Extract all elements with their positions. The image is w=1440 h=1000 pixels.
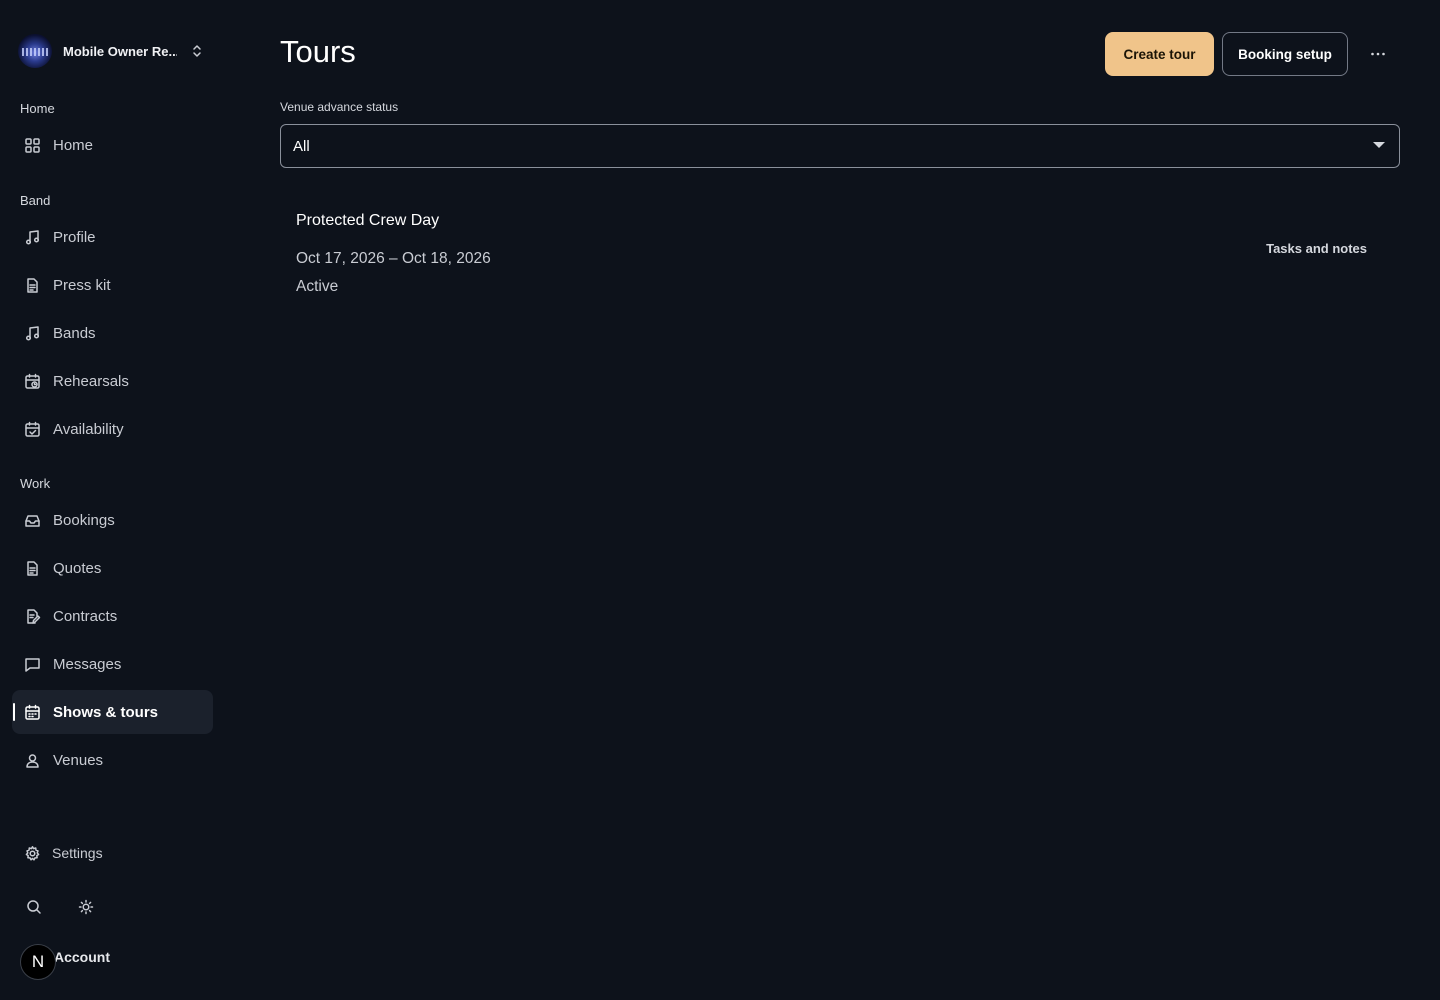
sidebar: Mobile Owner Re... Home Home Band Profil… (0, 0, 226, 1000)
tasks-and-notes-link[interactable]: Tasks and notes (1266, 241, 1367, 256)
tour-name[interactable]: Protected Crew Day (296, 212, 439, 230)
calendar-check-icon (25, 421, 40, 437)
avatar: N (20, 944, 56, 980)
document-edit-icon (27, 609, 41, 624)
sidebar-item-quotes[interactable]: Quotes (12, 546, 213, 590)
grid-icon (25, 138, 40, 153)
search-button[interactable] (20, 893, 48, 921)
sidebar-item-label: Venues (53, 751, 104, 769)
sidebar-item-shows-tours[interactable]: Shows & tours (12, 690, 213, 734)
theme-toggle-button[interactable] (72, 893, 100, 921)
workspace-logo (18, 34, 52, 68)
sidebar-item-profile[interactable]: Profile (12, 215, 213, 259)
workspace-name: Mobile Owner Re... (63, 43, 177, 59)
section-label-work: Work (20, 476, 51, 491)
sidebar-item-press-kit[interactable]: Press kit (12, 263, 213, 307)
venue-advance-status-label: Venue advance status (280, 100, 399, 114)
music-note-icon (25, 326, 40, 341)
ellipsis-icon (1371, 52, 1385, 56)
chat-icon (25, 658, 40, 672)
sun-icon (78, 899, 94, 915)
section-label-band: Band (20, 193, 51, 208)
sidebar-item-rehearsals[interactable]: Rehearsals (12, 359, 213, 403)
create-tour-button[interactable]: Create tour (1105, 32, 1214, 76)
page-title: Tours (280, 34, 356, 69)
sidebar-item-label: Profile (53, 228, 96, 246)
document-icon (27, 278, 38, 293)
sidebar-item-label: Availability (53, 420, 124, 438)
sidebar-item-label: Contracts (53, 607, 118, 625)
music-note-icon (25, 230, 40, 245)
settings-link[interactable]: Settings (12, 836, 213, 870)
gear-icon (25, 846, 40, 861)
workspace-switcher[interactable]: Mobile Owner Re... (18, 34, 218, 68)
settings-label: Settings (52, 845, 103, 861)
sidebar-item-bookings[interactable]: Bookings (12, 498, 213, 542)
booking-setup-button[interactable]: Booking setup (1222, 32, 1348, 76)
calendar-clock-icon (25, 373, 40, 389)
sidebar-item-contracts[interactable]: Contracts (12, 594, 213, 638)
sidebar-item-label: Home (53, 136, 94, 154)
location-person-icon (26, 754, 39, 768)
inbox-icon (25, 515, 40, 527)
sidebar-item-bands[interactable]: Bands (12, 311, 213, 355)
select-value: All (293, 138, 310, 155)
account-menu[interactable]: Account N (20, 944, 210, 980)
sidebar-item-messages[interactable]: Messages (12, 642, 213, 686)
more-options-button[interactable] (1364, 40, 1392, 68)
app-root: Mobile Owner Re... Home Home Band Profil… (0, 0, 1440, 1000)
tour-status: Active (296, 278, 339, 295)
caret-down-icon (1373, 142, 1385, 148)
tour-card: Protected Crew Day Oct 17, 2026 – Oct 18… (280, 196, 1400, 316)
document-icon (27, 561, 38, 576)
calendar-icon (25, 704, 40, 720)
venue-advance-status-select[interactable]: All (280, 124, 1400, 168)
account-label: Account (54, 949, 110, 965)
sidebar-item-label: Quotes (53, 559, 102, 577)
sidebar-item-availability[interactable]: Availability (12, 407, 213, 451)
sidebar-item-label: Messages (53, 655, 122, 673)
sidebar-item-label: Bookings (53, 511, 115, 529)
chevron-up-down-icon (193, 45, 201, 57)
section-label-home: Home (20, 101, 55, 116)
sidebar-item-label: Press kit (53, 276, 111, 294)
sidebar-item-label: Bands (53, 324, 96, 342)
sidebar-item-home[interactable]: Home (12, 123, 213, 167)
tour-dates: Oct 17, 2026 – Oct 18, 2026 (296, 250, 491, 267)
sidebar-item-label: Rehearsals (53, 372, 129, 390)
search-icon (27, 900, 41, 914)
sidebar-item-venues[interactable]: Venues (12, 738, 213, 782)
sidebar-item-label: Shows & tours (53, 703, 159, 721)
